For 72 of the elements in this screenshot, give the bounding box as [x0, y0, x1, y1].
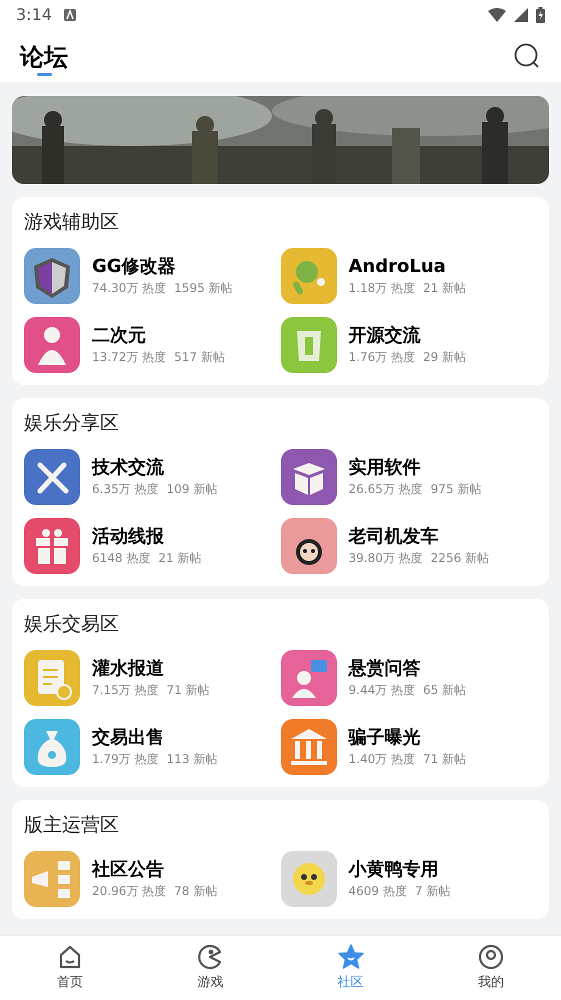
board-item[interactable]: 二次元 13.72万 热度 517 新帖 [24, 317, 280, 373]
board-name: AndroLua [348, 258, 447, 276]
board-name: 悬赏问答 [348, 660, 422, 678]
board-item[interactable]: 社区公告 20.96万 热度 78 新帖 [24, 851, 280, 907]
board-item[interactable]: 活动线报 6148 热度 21 新帖 [24, 518, 280, 574]
page-title[interactable]: 论坛 [20, 44, 68, 68]
board-name: 骗子曝光 [348, 729, 422, 747]
post-count: 71 新帖 [166, 684, 210, 696]
board-name: 交易出售 [92, 729, 165, 747]
search-icon[interactable] [513, 42, 541, 70]
post-count: 1595 新帖 [174, 282, 233, 294]
board-name: GG修改器 [92, 258, 177, 276]
section-title: 娱乐分享区 [24, 414, 120, 433]
post-count: 109 新帖 [166, 483, 218, 495]
board-item[interactable]: 小黄鸭专用 4609 热度 7 新帖 [280, 851, 537, 907]
board-name: 活动线报 [92, 528, 165, 546]
heat-count: 26.65万 热度 [348, 483, 423, 495]
board-name: 社区公告 [92, 861, 165, 879]
post-count: 65 新帖 [423, 684, 466, 696]
board-name: 技术交流 [92, 459, 165, 477]
heat-count: 9.44万 热度 [348, 684, 416, 696]
post-count: 71 新帖 [423, 753, 466, 765]
board-item[interactable]: 灌水报道 7.15万 热度 71 新帖 [24, 650, 280, 706]
post-count: 113 新帖 [166, 753, 218, 765]
heat-count: 1.76万 热度 [348, 351, 416, 363]
post-count: 975 新帖 [430, 483, 482, 495]
nav-tab[interactable]: 首页 [0, 936, 140, 1000]
post-count: 21 新帖 [158, 552, 202, 564]
heat-count: 6148 热度 [92, 552, 150, 564]
star-icon [336, 943, 365, 972]
heat-count: 1.18万 热度 [348, 282, 416, 294]
heat-count: 1.79万 热度 [92, 753, 159, 765]
heat-count: 4609 热度 [348, 885, 407, 897]
section-title: 娱乐交易区 [24, 615, 120, 634]
post-count: 29 新帖 [423, 351, 466, 363]
post-count: 21 新帖 [423, 282, 466, 294]
board-name: 小黄鸭专用 [348, 861, 440, 879]
section-title: 游戏辅助区 [24, 213, 120, 232]
post-count: 2256 新帖 [430, 552, 490, 564]
board-item[interactable]: AndroLua 1.18万 热度 21 新帖 [280, 248, 537, 304]
nav-tab[interactable]: 游戏 [140, 936, 280, 1000]
board-name: 实用软件 [348, 459, 422, 477]
post-count: 517 新帖 [174, 351, 225, 363]
heat-count: 13.72万 热度 [92, 351, 166, 363]
heat-count: 6.35万 热度 [92, 483, 159, 495]
heat-count: 74.30万 热度 [92, 282, 166, 294]
board-item[interactable]: 实用软件 26.65万 热度 975 新帖 [280, 449, 537, 505]
board-item[interactable]: 开源交流 1.76万 热度 29 新帖 [280, 317, 537, 373]
board-item[interactable]: GG修改器 74.30万 热度 1595 新帖 [24, 248, 280, 304]
board-name: 老司机发车 [348, 528, 440, 546]
heat-count: 7.15万 热度 [92, 684, 159, 696]
board-name: 二次元 [92, 327, 147, 345]
post-count: 78 新帖 [174, 885, 218, 897]
post-count: 7 新帖 [414, 885, 450, 897]
heat-count: 20.96万 热度 [92, 885, 166, 897]
heat-count: 1.40万 热度 [348, 753, 416, 765]
board-item[interactable]: 骗子曝光 1.40万 热度 71 新帖 [280, 719, 537, 775]
signal-icon [514, 8, 528, 22]
wifi-icon [488, 8, 506, 22]
board-item[interactable]: 技术交流 6.35万 热度 109 新帖 [24, 449, 280, 505]
board-name: 灌水报道 [92, 660, 165, 678]
status-time: 3:14 [16, 4, 52, 26]
board-item[interactable]: 老司机发车 39.80万 热度 2256 新帖 [280, 518, 537, 574]
nav-tab[interactable]: 我的 [420, 936, 561, 1000]
board-item[interactable]: 交易出售 1.79万 热度 113 新帖 [24, 719, 280, 775]
section-title: 版主运营区 [24, 816, 120, 835]
user-icon [476, 943, 505, 972]
board-name: 开源交流 [348, 327, 422, 345]
heat-count: 39.80万 热度 [348, 552, 423, 564]
notification-icon [64, 9, 76, 21]
battery-icon [536, 7, 545, 23]
board-item[interactable]: 悬赏问答 9.44万 热度 65 新帖 [280, 650, 537, 706]
